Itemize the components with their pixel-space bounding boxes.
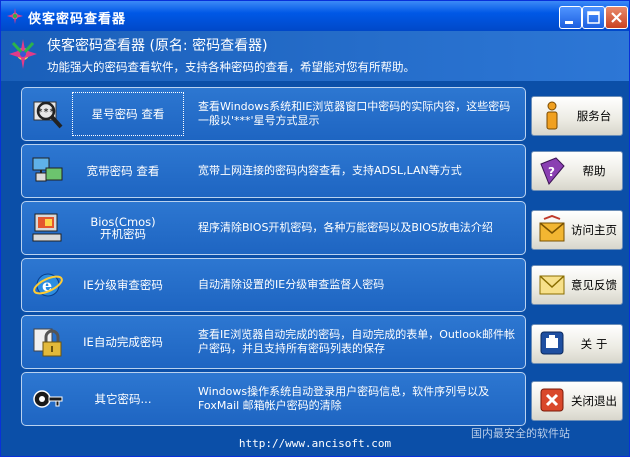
home-envelope-icon xyxy=(539,215,565,242)
help-book-icon: ? xyxy=(540,157,565,185)
ie-globe-icon: e xyxy=(33,273,63,297)
card-label-broadband[interactable]: 宽带密码 查看 xyxy=(64,145,182,197)
padlock-icon xyxy=(33,328,62,357)
homepage-link[interactable]: http://www.ancisoft.com xyxy=(1,437,629,450)
maximize-icon xyxy=(587,11,600,24)
card-label-ie-autocomplete[interactable]: IE自动完成密码 xyxy=(64,316,182,368)
about-icon xyxy=(540,331,564,355)
feedback-button[interactable]: 意见反馈 xyxy=(531,265,623,305)
card-desc-broadband: 宽带上网连接的密码内容查看，支持ADSL,LAN等方式 xyxy=(198,164,462,177)
card-ie-autocomplete[interactable]: IE自动完成密码 查看IE浏览器自动完成的密码，自动完成的表单，Outlook邮… xyxy=(21,315,526,369)
card-bios-password[interactable]: Bios(Cmos) 开机密码 程序清除BIOS开机密码，各种万能密码以及BIO… xyxy=(21,201,526,255)
card-ie-content-advisor[interactable]: e IE分级审查密码 自动清除设置的IE分级审查监督人密码 xyxy=(21,258,526,312)
header-title: 侠客密码查看器 (原名: 密码查看器) xyxy=(47,38,268,54)
card-desc-bios: 程序清除BIOS开机密码，各种万能密码以及BIOS放电法介绍 xyxy=(198,221,493,234)
close-icon xyxy=(611,12,622,23)
window-title: 侠客密码查看器 xyxy=(28,12,127,27)
close-button[interactable] xyxy=(605,6,628,29)
mail-icon xyxy=(539,275,565,295)
header-banner: 侠客密码查看器 (原名: 密码查看器) 功能强大的密码查看软件，支持各种密码的查… xyxy=(1,31,629,81)
card-broadband-password[interactable]: 宽带密码 查看 宽带上网连接的密码内容查看，支持ADSL,LAN等方式 xyxy=(21,144,526,198)
header-description: 功能强大的密码查看软件，支持各种密码的查看，希望能对您有所帮助。 xyxy=(47,60,415,74)
app-logo-icon xyxy=(9,39,37,69)
maximize-button[interactable] xyxy=(582,6,605,29)
card-desc-other: Windows操作系统自动登录用户密码信息，软件序列号以及FoxMail 邮箱帐… xyxy=(198,385,490,412)
minimize-button[interactable] xyxy=(559,6,582,29)
magnifier-asterisk-icon: *** xyxy=(33,101,63,129)
close-exit-icon xyxy=(540,388,564,412)
card-desc-ie-advisor: 自动清除设置的IE分级审查监督人密码 xyxy=(198,278,385,291)
minimize-icon xyxy=(565,21,573,24)
about-button[interactable]: 关 于 xyxy=(531,324,623,364)
service-desk-button[interactable]: 服务台 xyxy=(531,96,623,136)
card-desc-asterisk: 查看Windows系统和IE浏览器窗口中密码的实际内容，这些密码一般以'***'… xyxy=(198,100,511,127)
card-desc-ie-autocomplete: 查看IE浏览器自动完成的密码，自动完成的表单，Outlook邮件帐户密码，并且支… xyxy=(198,328,516,355)
card-label-ie-advisor[interactable]: IE分级审查密码 xyxy=(64,259,182,311)
title-bar[interactable]: 侠客密码查看器 xyxy=(1,1,629,31)
help-button[interactable]: ? 帮助 xyxy=(531,151,623,191)
close-exit-button[interactable]: 关闭退出 xyxy=(531,381,623,421)
card-label-asterisk[interactable]: 星号密码 查看 xyxy=(72,92,184,136)
svg-text:?: ? xyxy=(548,165,555,179)
info-icon xyxy=(546,101,558,130)
computer-bios-icon xyxy=(32,213,62,242)
card-label-other[interactable]: 其它密码... xyxy=(64,373,182,425)
key-icon xyxy=(33,390,63,408)
app-icon xyxy=(7,8,23,24)
card-label-bios[interactable]: Bios(Cmos) 开机密码 xyxy=(64,202,182,254)
card-asterisk-password[interactable]: *** 星号密码 查看 查看Windows系统和IE浏览器窗口中密码的实际内容，… xyxy=(21,87,526,141)
visit-homepage-button[interactable]: 访问主页 xyxy=(531,210,623,250)
main-window: 侠客密码查看器 侠客密码查看器 (原名: 密码查看器) 功能强大的密码查看软件，… xyxy=(0,0,630,457)
network-computers-icon xyxy=(32,157,63,182)
card-other-passwords[interactable]: 其它密码... Windows操作系统自动登录用户密码信息，软件序列号以及Fox… xyxy=(21,372,526,426)
